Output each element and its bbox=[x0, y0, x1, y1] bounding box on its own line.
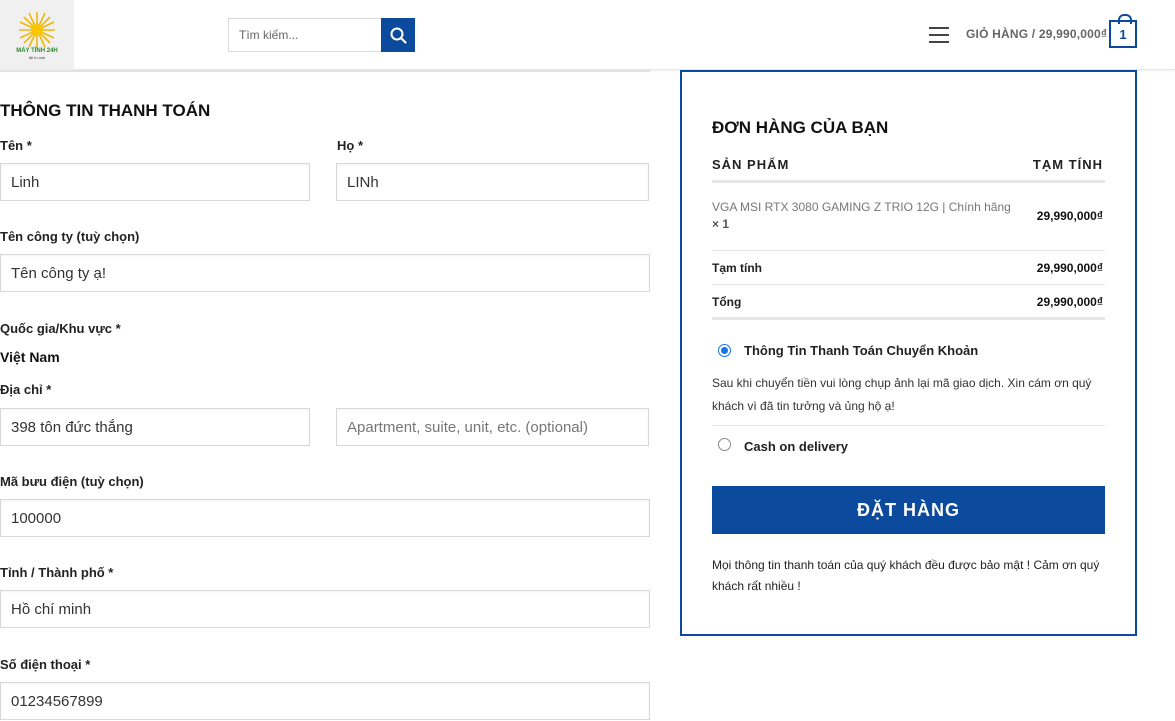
site-header: MÁY TÍNH 24H All in one GIỎ HÀNG / 29,99… bbox=[0, 0, 1175, 70]
postcode-input[interactable]: 100000 bbox=[0, 499, 650, 537]
last-name-input[interactable]: LINh bbox=[336, 163, 649, 201]
subtotal-value: 29,990,000₫ bbox=[1036, 261, 1103, 275]
divider bbox=[712, 317, 1105, 320]
divider bbox=[712, 250, 1105, 251]
divider bbox=[712, 284, 1105, 285]
logo-subtext: All in one bbox=[28, 55, 46, 60]
cart-bag-icon[interactable]: 1 bbox=[1109, 14, 1137, 48]
sun-logo-icon bbox=[19, 12, 55, 48]
first-name-label: Tên * bbox=[0, 138, 32, 153]
country-label: Quốc gia/Khu vực * bbox=[0, 321, 121, 336]
col-product: SẢN PHẨM bbox=[712, 157, 790, 172]
divider bbox=[712, 180, 1105, 183]
last-name-label: Họ * bbox=[337, 138, 363, 153]
product-name: VGA MSI RTX 3080 GAMING Z TRIO 12G | Chí… bbox=[712, 199, 1022, 233]
company-label: Tên công ty (tuỳ chọn) bbox=[0, 229, 140, 244]
privacy-note: Mọi thông tin thanh toán của quý khách đ… bbox=[712, 558, 1100, 593]
order-summary-panel: ĐƠN HÀNG CỦA BẠN SẢN PHẨM TẠM TÍNH VGA M… bbox=[680, 70, 1137, 636]
product-qty: × 1 bbox=[712, 217, 730, 231]
total-label: Tổng bbox=[712, 295, 742, 309]
country-value: Việt Nam bbox=[0, 349, 60, 365]
divider bbox=[712, 425, 1105, 426]
total-value: 29,990,000₫ bbox=[1036, 295, 1103, 309]
search-form bbox=[228, 18, 415, 52]
col-subtotal: TẠM TÍNH bbox=[1032, 157, 1103, 172]
logo-text: MÁY TÍNH 24H bbox=[16, 48, 58, 54]
postcode-label: Mã bưu điện (tuỳ chọn) bbox=[0, 474, 144, 489]
place-order-button[interactable]: ĐẶT HÀNG bbox=[712, 486, 1105, 534]
address-input[interactable]: 398 tôn đức thắng bbox=[0, 408, 310, 446]
phone-input[interactable]: 01234567899 bbox=[0, 682, 650, 720]
phone-label: Số điện thoại * bbox=[0, 657, 91, 672]
payment-cod-radio[interactable] bbox=[718, 438, 731, 451]
payment-cod-label[interactable]: Cash on delivery bbox=[744, 439, 848, 454]
city-input[interactable]: Hồ chí minh bbox=[0, 590, 650, 628]
cart-count-badge: 1 bbox=[1119, 26, 1127, 42]
search-button[interactable] bbox=[381, 18, 415, 52]
company-input[interactable]: Tên công ty ạ! bbox=[0, 254, 650, 292]
city-label: Tỉnh / Thành phố * bbox=[0, 565, 114, 580]
payment-bank-label[interactable]: Thông Tin Thanh Toán Chuyển Khoản bbox=[744, 343, 978, 358]
first-name-input[interactable]: Linh bbox=[0, 163, 310, 201]
search-icon bbox=[390, 27, 407, 44]
payment-bank-radio[interactable] bbox=[718, 344, 731, 357]
form-divider bbox=[0, 70, 650, 72]
hamburger-icon[interactable] bbox=[929, 27, 949, 43]
search-input[interactable] bbox=[228, 18, 381, 52]
order-title: ĐƠN HÀNG CỦA BẠN bbox=[712, 118, 889, 137]
payment-bank-description: Sau khi chuyển tiền vui lòng chụp ảnh lạ… bbox=[712, 376, 1092, 413]
product-price: 29,990,000₫ bbox=[1036, 209, 1103, 223]
address-2-input[interactable]: Apartment, suite, unit, etc. (optional) bbox=[336, 408, 649, 446]
billing-title: THÔNG TIN THANH TOÁN bbox=[0, 101, 211, 120]
cart-link[interactable]: GIỎ HÀNG / 29,990,000₫ bbox=[966, 27, 1107, 41]
site-logo[interactable]: MÁY TÍNH 24H All in one bbox=[0, 0, 74, 70]
subtotal-label: Tạm tính bbox=[712, 261, 762, 275]
address-label: Địa chỉ * bbox=[0, 382, 52, 397]
product-title: VGA MSI RTX 3080 GAMING Z TRIO 12G | Chí… bbox=[712, 200, 1011, 214]
